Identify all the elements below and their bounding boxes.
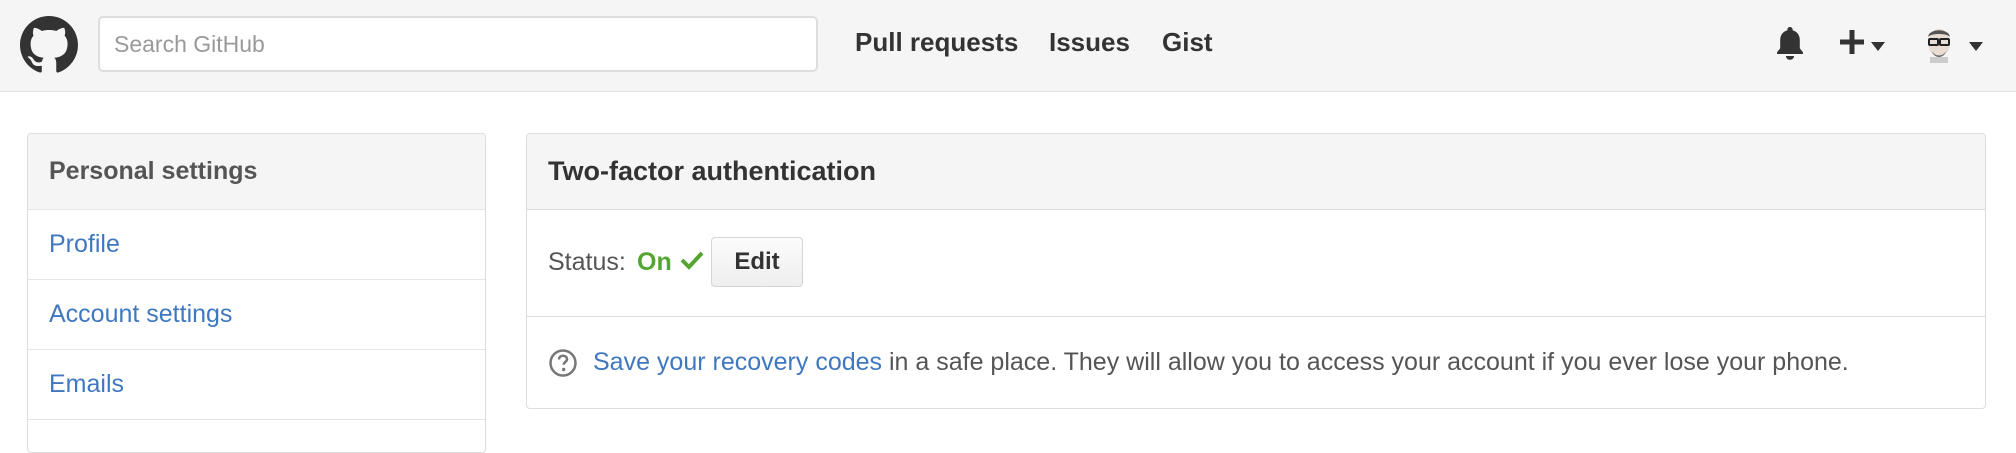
chevron-down-icon[interactable]	[1969, 38, 1983, 56]
recovery-description: in a safe place. They will allow you to …	[882, 348, 1849, 376]
status-row: Status: On Edit	[527, 210, 1985, 317]
avatar[interactable]	[1920, 23, 1958, 68]
nav-gist[interactable]: Gist	[1162, 22, 1213, 62]
recovery-info-text: Save your recovery codes in a safe place…	[593, 344, 1849, 380]
recovery-info-row: Save your recovery codes in a safe place…	[527, 317, 1985, 408]
sidebar-item-emails[interactable]: Emails	[28, 350, 485, 420]
question-circle-icon	[548, 348, 578, 383]
recovery-codes-link[interactable]: Save your recovery codes	[593, 348, 882, 376]
nav-pull-requests[interactable]: Pull requests	[855, 22, 1018, 62]
panel-title: Two-factor authentication	[527, 134, 1985, 210]
edit-button[interactable]: Edit	[711, 237, 803, 287]
sidebar-item-profile[interactable]: Profile	[28, 210, 485, 280]
top-header: Pull requests Issues Gist	[0, 0, 2016, 92]
two-factor-panel: Two-factor authentication Status: On Edi…	[526, 133, 1986, 409]
status-label: Status:	[548, 248, 626, 276]
sidebar-title: Personal settings	[28, 134, 485, 210]
chevron-down-icon[interactable]	[1871, 38, 1885, 56]
nav-issues[interactable]: Issues	[1049, 22, 1130, 62]
plus-icon[interactable]	[1838, 28, 1866, 61]
search-input[interactable]	[98, 16, 818, 72]
github-logo-icon[interactable]	[20, 16, 78, 74]
check-icon	[680, 250, 704, 275]
sidebar-item-account-settings[interactable]: Account settings	[28, 280, 485, 350]
settings-sidebar: Personal settings Profile Account settin…	[27, 133, 486, 453]
status-value: On	[637, 248, 672, 276]
bell-icon[interactable]	[1774, 25, 1806, 66]
